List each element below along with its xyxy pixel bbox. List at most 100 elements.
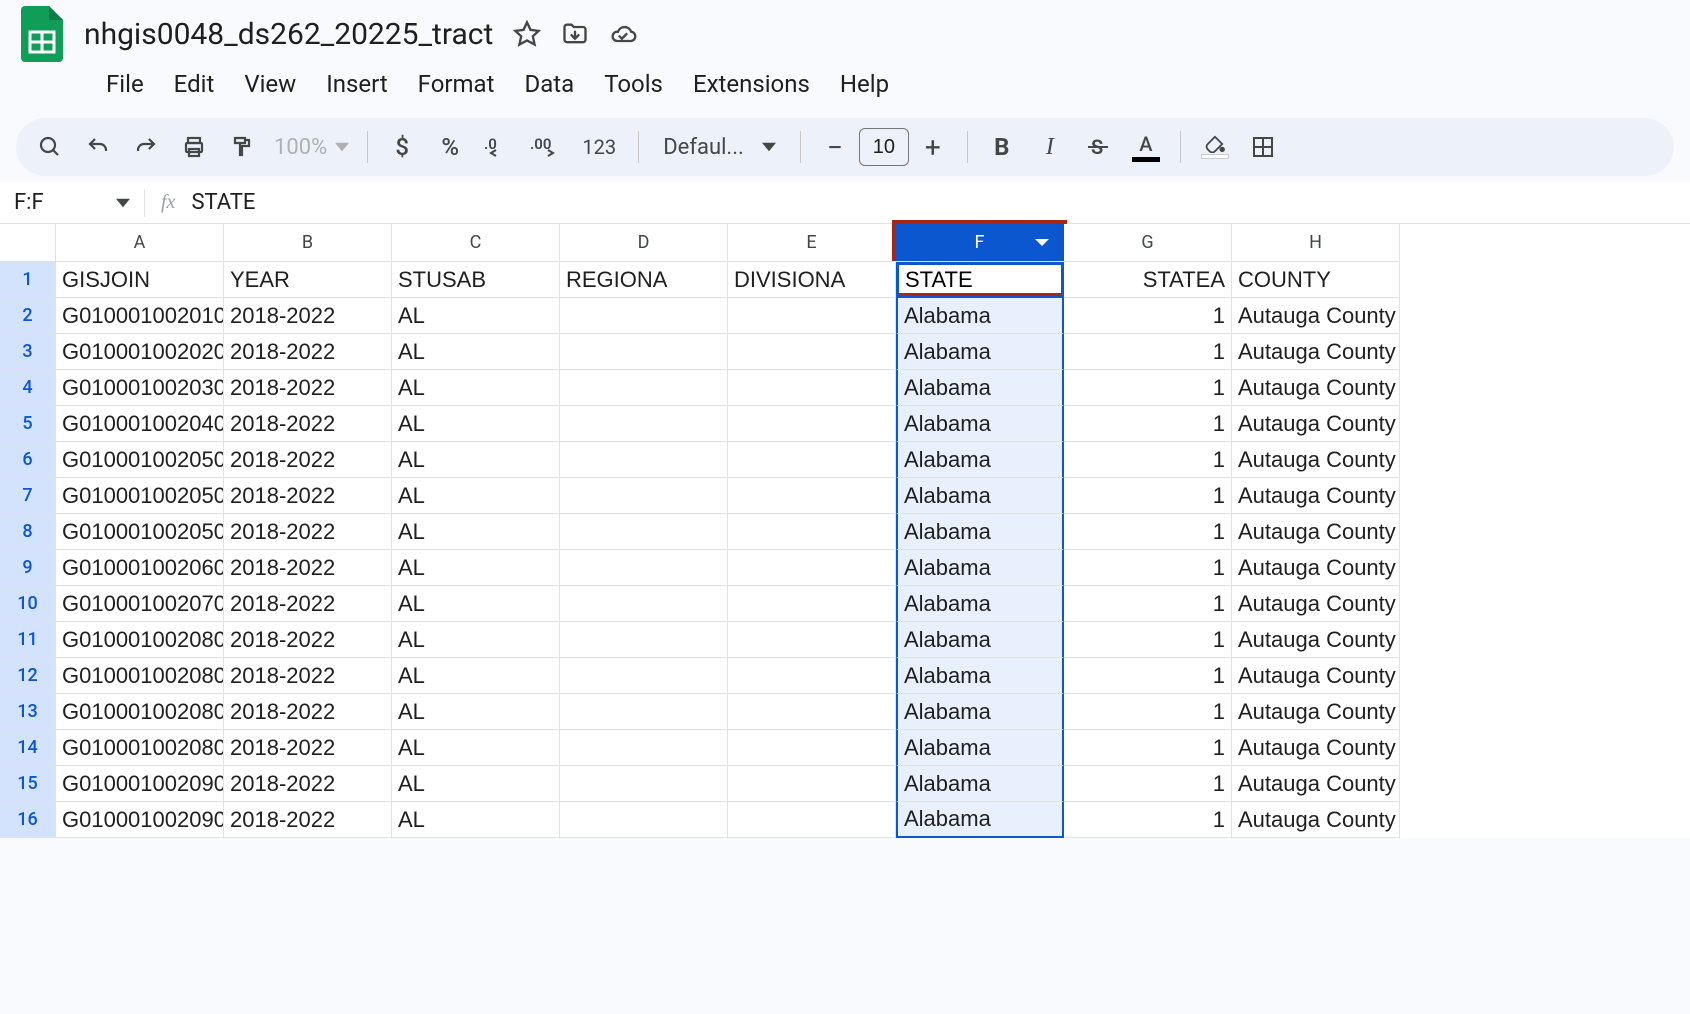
cell[interactable]	[560, 370, 728, 406]
cell[interactable]	[728, 730, 896, 766]
cell[interactable]: Alabama	[896, 370, 1064, 406]
cell[interactable]	[560, 478, 728, 514]
cell[interactable]: AL	[392, 694, 560, 730]
cell-editor-input[interactable]	[905, 267, 1055, 293]
row-header[interactable]: 6	[0, 442, 56, 478]
cell[interactable]: AL	[392, 766, 560, 802]
cell[interactable]	[560, 334, 728, 370]
search-icon[interactable]	[28, 125, 72, 169]
editing-cell[interactable]	[896, 262, 1064, 298]
cell[interactable]: 2018-2022	[224, 658, 392, 694]
row-header[interactable]: 8	[0, 514, 56, 550]
cell[interactable]	[560, 622, 728, 658]
cell[interactable]: 2018-2022	[224, 334, 392, 370]
row-header[interactable]: 10	[0, 586, 56, 622]
cell[interactable]: AL	[392, 370, 560, 406]
cell[interactable]	[728, 766, 896, 802]
cell[interactable]: AL	[392, 802, 560, 838]
cell[interactable]: Autauga County	[1232, 370, 1400, 406]
percent-icon[interactable]: %	[428, 125, 472, 169]
menu-data[interactable]: Data	[510, 64, 588, 104]
cell[interactable]: 2018-2022	[224, 478, 392, 514]
column-header-B[interactable]: B	[224, 224, 392, 262]
cell[interactable]: Autauga County	[1232, 478, 1400, 514]
row-header[interactable]: 11	[0, 622, 56, 658]
cell[interactable]	[560, 298, 728, 334]
cell[interactable]: 2018-2022	[224, 298, 392, 334]
cell[interactable]: G0100010020800	[56, 622, 224, 658]
row-header[interactable]: 16	[0, 802, 56, 838]
currency-icon[interactable]: $	[380, 125, 424, 169]
sheets-logo-icon[interactable]	[16, 8, 68, 60]
row-header[interactable]: 13	[0, 694, 56, 730]
paint-format-icon[interactable]	[220, 125, 264, 169]
cell[interactable]: REGIONA	[560, 262, 728, 298]
cell[interactable]: AL	[392, 298, 560, 334]
font-family-select[interactable]: Defaul...	[651, 135, 788, 160]
cell[interactable]: 1	[1064, 802, 1232, 838]
cell[interactable]: 2018-2022	[224, 442, 392, 478]
increase-decimal-icon[interactable]: .00	[524, 125, 568, 169]
cell[interactable]	[560, 586, 728, 622]
cell[interactable]	[728, 586, 896, 622]
cell[interactable]: 2018-2022	[224, 730, 392, 766]
cell[interactable]: G0100010020300	[56, 370, 224, 406]
cell[interactable]: 1	[1064, 298, 1232, 334]
cell[interactable]	[560, 550, 728, 586]
cell[interactable]	[728, 406, 896, 442]
cell[interactable]: AL	[392, 478, 560, 514]
menu-file[interactable]: File	[92, 64, 158, 104]
cell[interactable]: 2018-2022	[224, 550, 392, 586]
cell[interactable]: Alabama	[896, 586, 1064, 622]
cell[interactable]: Alabama	[896, 442, 1064, 478]
cell[interactable]: Alabama	[896, 622, 1064, 658]
cell[interactable]: COUNTY	[1232, 262, 1400, 298]
cell[interactable]: Alabama	[896, 550, 1064, 586]
cell[interactable]: DIVISIONA	[728, 262, 896, 298]
cell[interactable]: 1	[1064, 658, 1232, 694]
cell[interactable]: AL	[392, 514, 560, 550]
strikethrough-button[interactable]: S	[1076, 125, 1120, 169]
cell[interactable]: 2018-2022	[224, 694, 392, 730]
column-header-G[interactable]: G	[1064, 224, 1232, 262]
cell[interactable]: G0100010020100	[56, 298, 224, 334]
fill-color-button[interactable]	[1193, 125, 1237, 169]
cell[interactable]: STATEA	[1064, 262, 1232, 298]
cell[interactable]: 2018-2022	[224, 802, 392, 838]
cell[interactable]: 2018-2022	[224, 370, 392, 406]
cell[interactable]: 1	[1064, 370, 1232, 406]
cell[interactable]: AL	[392, 442, 560, 478]
cell[interactable]: YEAR	[224, 262, 392, 298]
star-icon[interactable]	[513, 20, 541, 48]
cell[interactable]: Autauga County	[1232, 694, 1400, 730]
cell[interactable]: Autauga County	[1232, 586, 1400, 622]
text-color-button[interactable]: A	[1124, 125, 1168, 169]
cell[interactable]	[560, 694, 728, 730]
fx-icon[interactable]: fx	[145, 191, 191, 214]
row-header[interactable]: 2	[0, 298, 56, 334]
cell[interactable]: AL	[392, 334, 560, 370]
cell[interactable]: 2018-2022	[224, 586, 392, 622]
cell[interactable]: Autauga County	[1232, 442, 1400, 478]
cell[interactable]	[728, 802, 896, 838]
row-header[interactable]: 14	[0, 730, 56, 766]
cell[interactable]: G0100010020700	[56, 586, 224, 622]
row-header[interactable]: 15	[0, 766, 56, 802]
cell[interactable]: AL	[392, 406, 560, 442]
column-header-E[interactable]: E	[728, 224, 896, 262]
cell[interactable]: G0100010020200	[56, 334, 224, 370]
print-icon[interactable]	[172, 125, 216, 169]
row-header[interactable]: 12	[0, 658, 56, 694]
menu-extensions[interactable]: Extensions	[679, 64, 824, 104]
row-header[interactable]: 3	[0, 334, 56, 370]
row-header[interactable]: 9	[0, 550, 56, 586]
cell[interactable]: G0100010020500	[56, 442, 224, 478]
cell[interactable]	[560, 658, 728, 694]
cell[interactable]: 1	[1064, 622, 1232, 658]
cell[interactable]: 1	[1064, 514, 1232, 550]
cell[interactable]: Autauga County	[1232, 766, 1400, 802]
cell[interactable]: 1	[1064, 730, 1232, 766]
redo-icon[interactable]	[124, 125, 168, 169]
cell[interactable]: Alabama	[896, 334, 1064, 370]
cell[interactable]: AL	[392, 730, 560, 766]
